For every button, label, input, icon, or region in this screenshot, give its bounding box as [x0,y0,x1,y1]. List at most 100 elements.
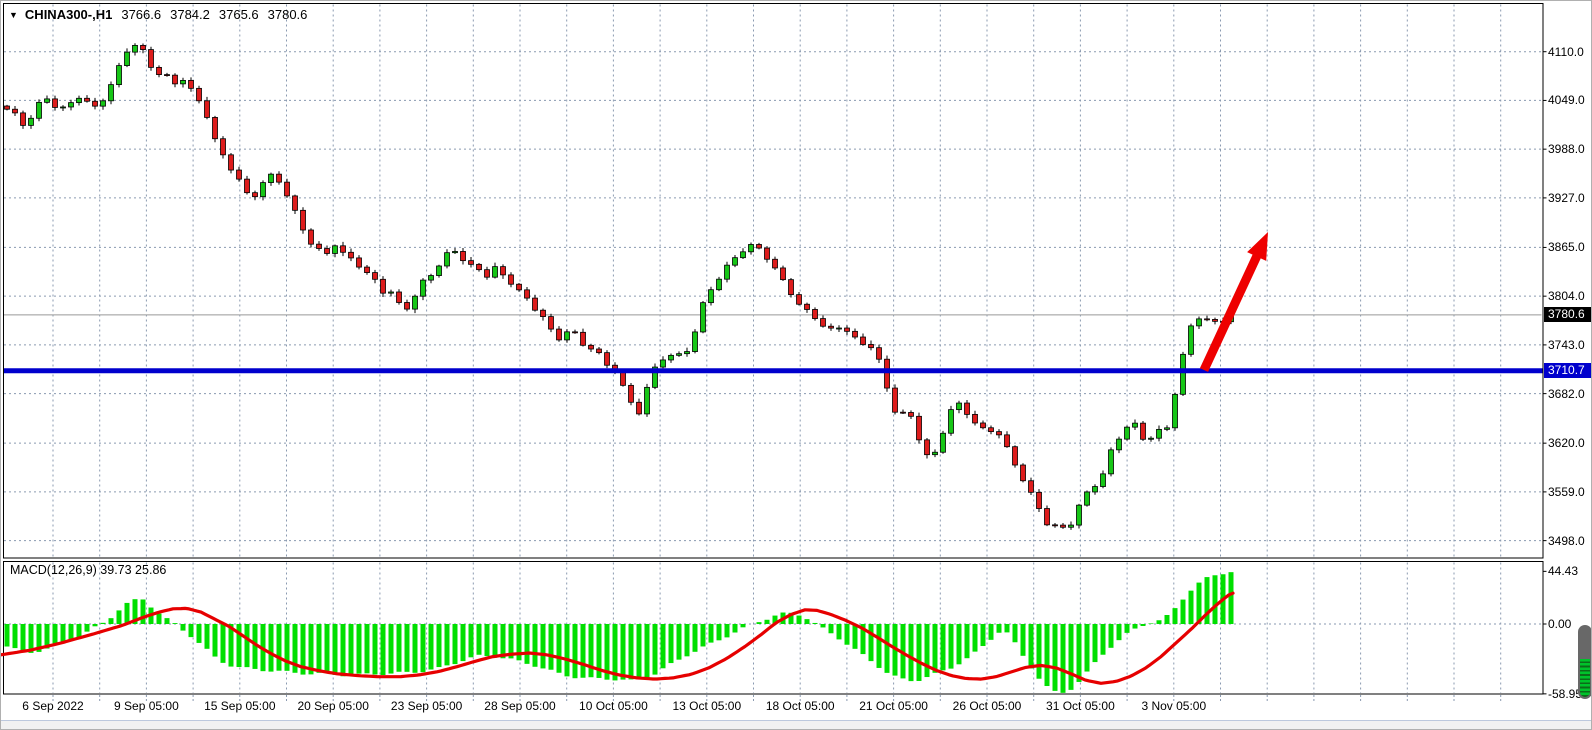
macd-histogram-bar [917,624,922,681]
candle-body [1045,509,1050,525]
candle-body [133,45,138,52]
macd-histogram-bar [1189,591,1194,624]
candle-body [541,310,546,316]
candle-body [1069,525,1074,527]
ohlc-open: 3766.6 [121,7,161,22]
macd-pane[interactable] [4,562,1544,695]
macd-indicator-label: MACD(12,26,9) 39.73 25.86 [10,563,166,577]
macd-histogram-bar [493,624,498,658]
candle-body [1093,487,1098,492]
macd-histogram-bar [949,624,954,669]
candle-body [365,267,370,272]
macd-histogram-bar [525,624,530,664]
macd-histogram-bar [813,623,818,624]
macd-histogram-bar [157,614,162,624]
candle-body [1205,319,1210,320]
candle-body [1181,354,1186,394]
candle-body [333,246,338,254]
candle-body [437,266,442,276]
macd-histogram-bar [413,624,418,673]
candle-body [125,52,130,65]
candle-body [989,428,994,432]
macd-histogram-bar [957,624,962,664]
candle-body [5,106,10,109]
macd-histogram-bar [1157,620,1162,624]
macd-histogram-bar [1021,624,1026,656]
macd-histogram-bar [853,624,858,649]
candle-body [349,252,354,258]
price-tick-label: 3620.0 [1548,436,1585,450]
candle-body [445,253,450,266]
candle-body [1149,438,1154,439]
candle-body [869,344,874,347]
macd-histogram-bar [709,624,714,643]
macd-histogram-bar [469,624,474,657]
macd-histogram-bar [541,624,546,668]
macd-histogram-bar [437,624,442,667]
candle-body [1029,481,1034,493]
candle-body [1005,435,1010,447]
candle-body [109,85,114,101]
macd-histogram-bar [1037,624,1042,679]
price-tick-label: 4049.0 [1548,93,1585,107]
time-tick-label: 18 Oct 05:00 [766,699,835,713]
macd-histogram-bar [973,624,978,652]
candle-body [845,328,850,331]
macd-histogram-bar [645,624,650,679]
macd-histogram-bar [549,624,554,670]
candle-body [421,280,426,296]
candle-body [205,101,210,118]
macd-histogram-bar [869,624,874,661]
candle-body [245,179,250,193]
symbol-dropdown-icon[interactable]: ▼ [9,10,18,20]
candle-body [277,174,282,182]
macd-histogram-bar [1029,624,1034,668]
candle-body [677,354,682,356]
time-tick-label: 28 Sep 05:00 [484,699,555,713]
chart-canvas[interactable] [1,1,1592,730]
main-price-pane[interactable] [4,4,1544,559]
candle-body [829,326,834,328]
candle-body [1053,525,1058,526]
candle-body [509,275,514,284]
candle-body [141,45,146,49]
price-tick-label: 3498.0 [1548,534,1585,548]
macd-histogram-bar [93,624,98,626]
price-tick-label: 3682.0 [1548,387,1585,401]
candle-body [685,352,690,354]
candle-body [485,270,490,278]
window-bottom-edge [1,720,1591,730]
candle-body [389,292,394,293]
macd-histogram-bar [1069,624,1074,690]
time-tick-label: 31 Oct 05:00 [1046,699,1115,713]
price-tick-label: 4110.0 [1548,45,1584,59]
macd-histogram-bar [317,624,322,673]
macd-histogram-bar [365,624,370,673]
macd-histogram-bar [325,624,330,673]
macd-histogram-bar [965,624,970,658]
candle-body [1213,319,1218,321]
macd-histogram-bar [717,624,722,640]
macd-histogram-bar [181,624,186,631]
candle-body [149,50,154,68]
macd-histogram-bar [205,624,210,649]
macd-histogram-bar [653,624,658,675]
candle-body [13,109,18,113]
candle-body [317,244,322,248]
scrollbar-thumb[interactable] [1578,625,1592,699]
time-tick-label: 20 Sep 05:00 [297,699,368,713]
candle-body [21,113,26,125]
candle-body [69,103,74,107]
candle-body [1125,427,1130,439]
macd-histogram-bar [1125,624,1130,633]
candle-body [325,248,330,253]
candle-body [37,102,42,118]
macd-histogram-bar [925,624,930,677]
time-tick-label: 10 Oct 05:00 [579,699,648,713]
candle-body [181,80,186,83]
candle-body [597,349,602,353]
candle-body [797,295,802,305]
time-tick-label: 9 Sep 05:00 [114,699,179,713]
candle-body [477,264,482,269]
candle-body [1021,465,1026,481]
